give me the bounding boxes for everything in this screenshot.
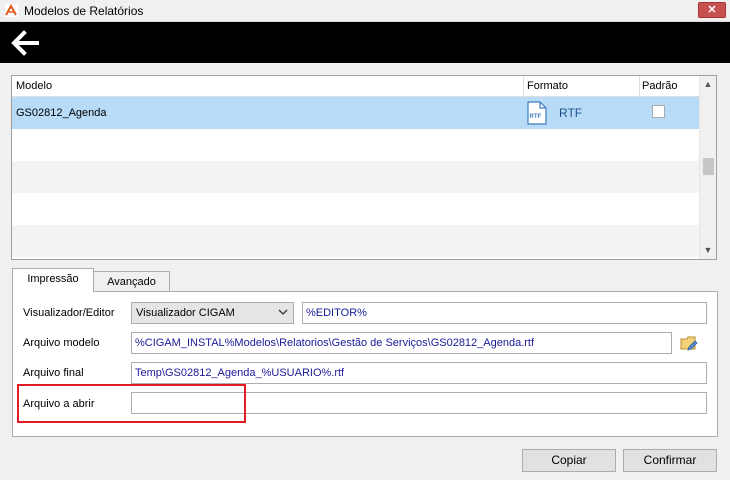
confirm-button[interactable]: Confirmar (623, 449, 717, 472)
column-separator (639, 76, 640, 97)
chevron-down-icon (278, 309, 288, 315)
folder-edit-icon[interactable] (680, 334, 698, 352)
copy-button[interactable]: Copiar (522, 449, 616, 472)
window-title: Modelos de Relatórios (24, 4, 144, 18)
padrao-checkbox[interactable] (652, 105, 665, 118)
empty-row (12, 225, 700, 257)
empty-row (12, 161, 700, 193)
editor-field[interactable]: %EDITOR% (302, 302, 707, 324)
arquivo-modelo-field[interactable]: %CIGAM_INSTAL%Modelos\Relatorios\Gestão … (131, 332, 672, 354)
rtf-icon-text: RTF (530, 114, 542, 120)
empty-row (12, 129, 700, 161)
title-bar: Modelos de Relatórios ✕ (0, 0, 730, 22)
highlight-box (17, 384, 246, 423)
row-model-name: GS02812_Agenda (16, 107, 107, 119)
models-grid: Modelo Formato Padrão GS02812_Agenda RTF… (11, 75, 717, 260)
close-button[interactable]: ✕ (698, 2, 726, 18)
table-row[interactable]: GS02812_Agenda RTF RTF (12, 97, 700, 129)
arquivo-final-field[interactable]: Temp\GS02812_Agenda_%USUARIO%.rtf (131, 362, 707, 384)
column-header-modelo[interactable]: Modelo (16, 80, 52, 92)
arquivo-modelo-label: Arquivo modelo (23, 337, 100, 349)
app-icon (5, 4, 18, 17)
rtf-file-icon: RTF (527, 101, 547, 125)
visualizador-selected: Visualizador CIGAM (136, 307, 235, 319)
column-separator (523, 76, 524, 97)
close-icon: ✕ (707, 4, 717, 16)
visualizador-label: Visualizador/Editor (23, 307, 115, 319)
vertical-scrollbar[interactable]: ▲ ▼ (699, 76, 716, 259)
column-header-padrao[interactable]: Padrão (642, 80, 677, 92)
scroll-down-icon[interactable]: ▼ (700, 242, 716, 259)
top-toolbar (0, 22, 730, 63)
visualizador-select[interactable]: Visualizador CIGAM (131, 302, 294, 324)
grid-header: Modelo Formato Padrão (12, 76, 700, 97)
tab-avancado[interactable]: Avançado (94, 271, 170, 292)
arquivo-final-label: Arquivo final (23, 367, 84, 379)
tab-impressao[interactable]: Impressão (12, 268, 94, 292)
row-format: RTF (559, 106, 583, 120)
column-header-formato[interactable]: Formato (527, 80, 568, 92)
scroll-thumb[interactable] (703, 158, 714, 175)
back-arrow-icon[interactable] (10, 30, 40, 56)
empty-row (12, 193, 700, 225)
scroll-up-icon[interactable]: ▲ (700, 76, 716, 93)
